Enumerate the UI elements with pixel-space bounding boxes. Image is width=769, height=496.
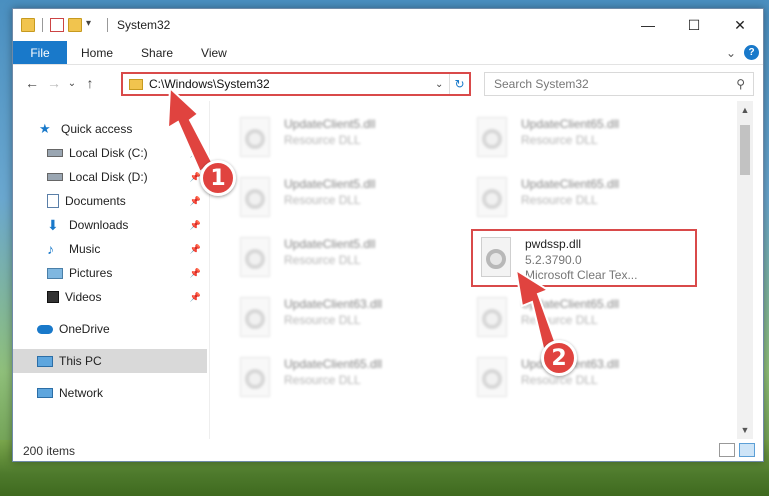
arrow-2 <box>514 267 558 354</box>
step-marker-2: 2 <box>541 340 577 376</box>
annotation-arrows <box>166 85 558 354</box>
step-marker-1: 1 <box>200 160 236 196</box>
arrow-1 <box>166 85 214 174</box>
